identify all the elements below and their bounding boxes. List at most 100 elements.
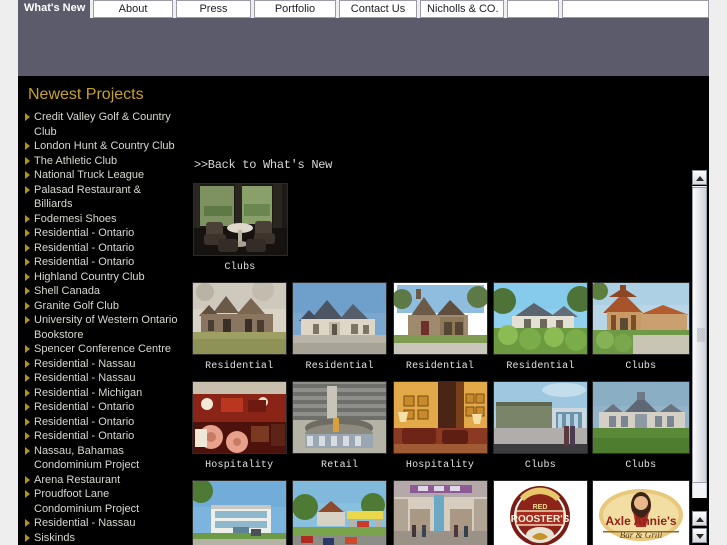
thumbnail-house-brick[interactable]	[392, 282, 488, 355]
thumbnail-club-lounge[interactable]	[192, 183, 288, 256]
gallery-scrollbar[interactable]	[691, 170, 709, 545]
list-item[interactable]: Residential - Ontario	[25, 255, 180, 270]
list-item[interactable]: Residential - Nassau	[25, 371, 180, 386]
thumbnail-clubhouse-timber[interactable]	[591, 282, 690, 355]
list-item[interactable]: Residential - Ontario	[25, 429, 180, 444]
thumbnail-caption: Residential	[205, 361, 274, 372]
bullet-arrow-icon	[25, 490, 30, 498]
bullet-arrow-icon	[25, 243, 30, 252]
list-item[interactable]: Granite Golf Club	[25, 299, 180, 314]
list-item[interactable]: Arena Restaurant	[25, 473, 180, 488]
tab-press[interactable]: Press	[176, 0, 251, 18]
gallery-cell: Hospitality	[189, 381, 289, 480]
scroll-up-button[interactable]	[692, 170, 707, 185]
bullet-arrow-icon	[25, 258, 30, 266]
list-item[interactable]: The Athletic Club	[25, 154, 180, 169]
svg-text:Axle Annie's: Axle Annie's	[605, 514, 676, 528]
thumbnail-logo-axle-annies[interactable]: Axle Annie's Bar & Grill	[591, 480, 690, 545]
tab-contact-us[interactable]: Contact Us	[339, 0, 417, 18]
list-item-label: Residential - Ontario	[34, 256, 135, 268]
list-item[interactable]: Residential - Ontario	[25, 415, 180, 430]
list-item-label: Residential - Ontario	[34, 430, 135, 442]
gallery-cell: Clubs	[490, 381, 590, 480]
list-item-label: Residential - Ontario	[34, 415, 135, 428]
sidebar-newest-projects: Newest Projects Credit Valley Golf & Cou…	[18, 76, 184, 545]
page-root: What's New About Press Portfolio Contact…	[0, 0, 727, 545]
thumbnail-mall-interior[interactable]	[392, 480, 488, 545]
bullet-arrow-icon	[25, 156, 30, 165]
list-item[interactable]: Shell Canada	[25, 284, 180, 299]
thumbnail-grid: Clubs Residential Residential Residentia…	[189, 183, 691, 545]
thumbnail-hotel-lounge[interactable]	[392, 381, 488, 454]
project-list: Credit Valley Golf & Country Club London…	[18, 110, 184, 545]
list-item[interactable]: Siskinds	[25, 531, 180, 545]
bullet-arrow-icon	[25, 316, 30, 324]
bullet-arrow-icon	[25, 475, 30, 484]
list-item-label: Residential - Michigan	[34, 386, 143, 399]
list-item[interactable]: Nassau, Bahamas Condominium Project	[25, 444, 180, 473]
thumbnail-caption: Residential	[506, 361, 575, 372]
thumbnail-house-white[interactable]	[292, 282, 388, 355]
thumbnail-gas-station[interactable]	[292, 480, 388, 545]
thumbnail-club-modern[interactable]	[492, 381, 588, 454]
thumbnail-caption: Hospitality	[205, 460, 274, 471]
list-item[interactable]: Fodemesi Shoes	[25, 212, 180, 227]
scroll-up-button-secondary[interactable]	[692, 511, 707, 526]
list-item-label: The Athletic Club	[34, 154, 118, 167]
list-item[interactable]: Residential - Ontario	[25, 241, 180, 256]
list-item[interactable]: National Truck League	[25, 168, 180, 183]
list-item[interactable]: Residential - Nassau	[25, 357, 180, 372]
bullet-arrow-icon	[25, 113, 30, 121]
scrollbar-thumb[interactable]	[692, 187, 707, 483]
tab-portfolio[interactable]: Portfolio	[254, 0, 336, 18]
list-item[interactable]: Residential - Ontario	[25, 226, 180, 241]
list-item[interactable]: Residential - Ontario	[25, 400, 180, 415]
scroll-up-arrow-icon	[696, 176, 704, 181]
sidebar-title: Newest Projects	[28, 86, 144, 103]
list-item[interactable]: Proudfoot Lane Condominium Project	[25, 487, 180, 516]
bullet-arrow-icon	[25, 345, 30, 353]
tab-empty-slot[interactable]	[507, 0, 559, 18]
gallery-cell: Axle Annie's Bar & Grill	[591, 480, 691, 545]
thumbnail-house-stone[interactable]	[191, 282, 287, 355]
bullet-arrow-icon	[25, 287, 30, 295]
list-item-label: Palasad Restaurant & Billiards	[34, 183, 142, 211]
scroll-down-button[interactable]	[692, 528, 707, 543]
list-item[interactable]: Palasad Restaurant & Billiards	[25, 183, 180, 212]
thumbnail-logo-red-roosters[interactable]: ROOSTER'S RED	[492, 480, 588, 545]
list-item[interactable]: Residential - Michigan	[25, 386, 180, 401]
list-item-label: Fodemesi Shoes	[34, 212, 117, 225]
gallery-cell: Residential	[390, 282, 490, 381]
thumbnail-house-garden[interactable]	[492, 282, 588, 355]
thumbnail-caption: Clubs	[625, 460, 657, 471]
thumbnail-office-white[interactable]	[191, 480, 287, 545]
list-item-label: Siskinds	[34, 531, 75, 544]
list-item[interactable]: Highland Country Club	[25, 270, 180, 285]
gallery-cell: ROOSTER'S RED	[490, 480, 590, 545]
gallery-row: Hospitality Retail Hospitality Clubs Clu…	[189, 381, 691, 480]
list-item-label: Arena Restaurant	[34, 473, 121, 486]
list-item-label: National Truck League	[34, 169, 145, 181]
list-item-label: University of Western Ontario Bookstore	[34, 314, 178, 341]
list-item[interactable]: London Hunt & Country Club	[25, 139, 180, 154]
gallery-cell: Clubs	[189, 183, 291, 282]
gallery-cell	[289, 480, 389, 545]
scroll-down-arrow-icon	[696, 534, 704, 539]
list-item-label: Proudfoot Lane Condominium Project	[34, 488, 140, 515]
list-item[interactable]: University of Western Ontario Bookstore	[25, 313, 180, 342]
list-item[interactable]: Spencer Conference Centre	[25, 342, 180, 357]
list-item[interactable]: Credit Valley Golf & Country Club	[25, 110, 180, 139]
tab-nicholls-co[interactable]: Nicholls & CO.	[420, 0, 504, 18]
list-item-label: Highland Country Club	[34, 270, 145, 283]
thumbnail-club-grey[interactable]	[591, 381, 690, 454]
tab-whats-new[interactable]: What's New	[18, 0, 90, 18]
list-item-label: Nassau, Bahamas Condominium Project	[34, 444, 140, 472]
back-to-whats-new-link[interactable]: >>Back to What's New	[194, 158, 332, 172]
tab-about[interactable]: About	[93, 0, 173, 18]
list-item[interactable]: Residential - Nassau	[25, 516, 180, 531]
thumbnail-restaurant-red[interactable]	[191, 381, 287, 454]
thumbnail-retail-store[interactable]	[292, 381, 388, 454]
bullet-arrow-icon	[25, 359, 30, 368]
bullet-arrow-icon	[25, 432, 30, 440]
gallery-row: ROOSTER'S RED Axle Annie's Bar & Grill	[189, 480, 691, 545]
